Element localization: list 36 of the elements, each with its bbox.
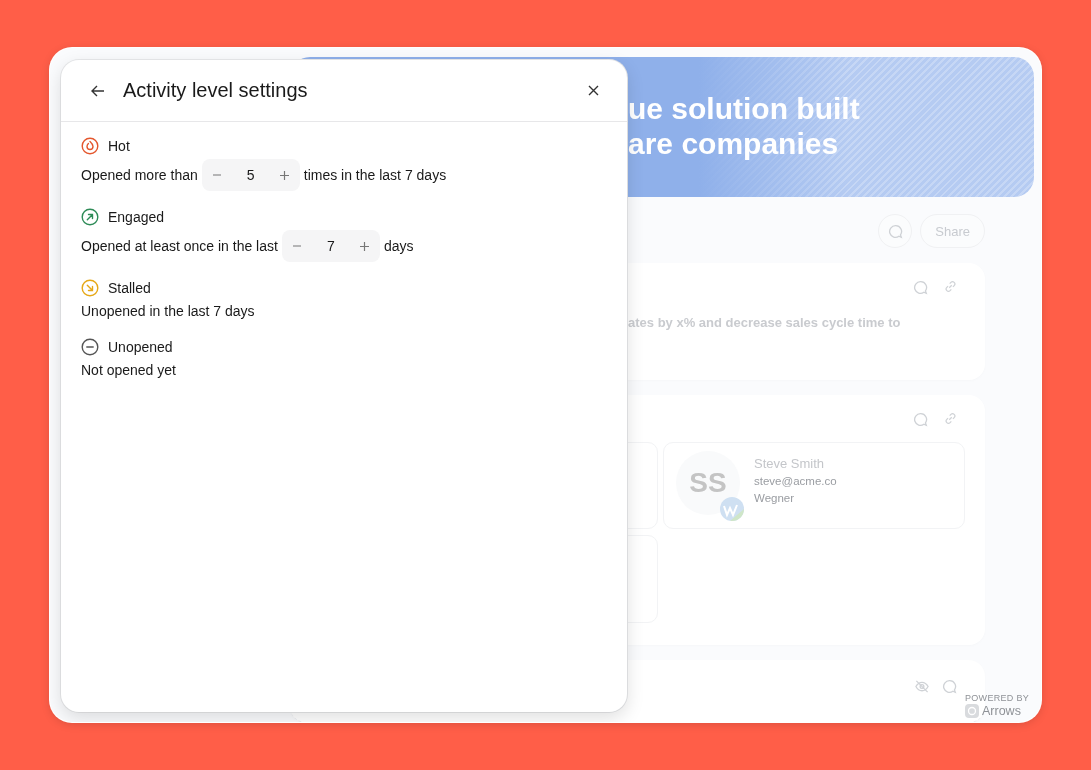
rule-text: Opened at least once in the last	[81, 238, 278, 254]
close-button[interactable]	[586, 83, 601, 98]
minus-icon	[212, 174, 221, 176]
level-name: Unopened	[108, 339, 173, 355]
link-icon	[944, 412, 957, 425]
rule-text: Unopened in the last 7 days	[81, 303, 255, 319]
level-name: Stalled	[108, 280, 151, 296]
comment-icon	[942, 679, 957, 694]
eye-off-icon	[914, 679, 930, 694]
rule-text: Not opened yet	[81, 362, 176, 378]
powered-by-label: POWERED BY	[965, 693, 1029, 703]
modal-title: Activity level settings	[123, 79, 309, 102]
contact-email: steve@acme.co	[754, 474, 837, 489]
contact-company: Wegner	[754, 491, 796, 506]
comment-icon	[913, 280, 928, 295]
rule-text: times in the last 7 days	[303, 167, 447, 183]
link-icon	[944, 280, 957, 293]
close-icon	[588, 85, 599, 96]
contact-name: Steve Smith	[754, 455, 826, 473]
rule-text: days	[383, 238, 414, 254]
plus-icon	[360, 241, 370, 251]
number-stepper[interactable]: 7	[281, 230, 380, 262]
level-name: Engaged	[108, 209, 165, 225]
comment-icon	[887, 223, 903, 239]
arrow-left-icon	[91, 83, 105, 98]
banner-heading: are companies	[628, 126, 840, 161]
number-stepper[interactable]: 5	[201, 159, 300, 191]
minus-icon	[292, 245, 301, 247]
stepper-value: 7	[327, 238, 335, 254]
level-name: Hot	[108, 138, 130, 154]
stepper-value: 5	[246, 167, 255, 183]
brand-name: Arrows	[982, 704, 1021, 718]
comment-icon	[913, 412, 928, 427]
rule-text: Opened more than	[81, 167, 198, 183]
banner-heading: ue solution built	[628, 91, 861, 126]
plus-icon	[280, 170, 290, 180]
